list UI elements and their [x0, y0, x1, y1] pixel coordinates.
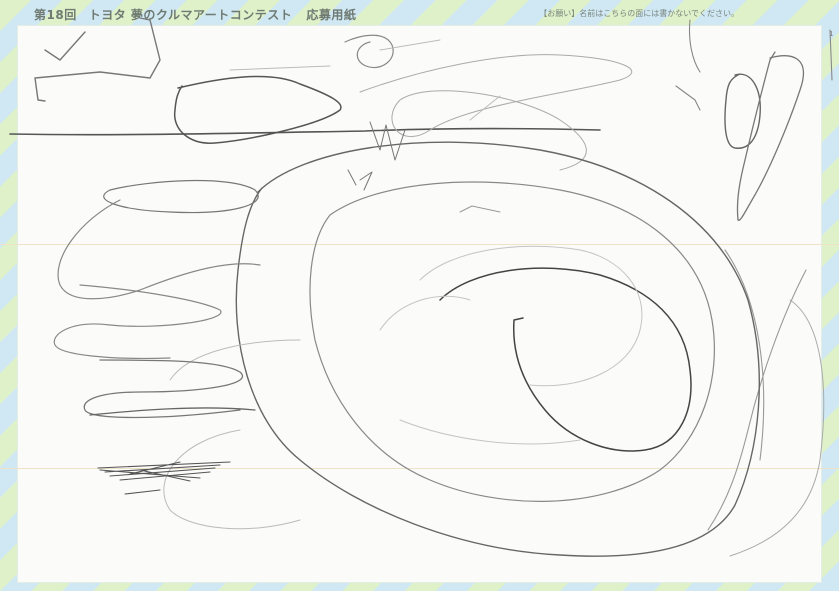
scribble-top-small-loop [344, 34, 394, 69]
scribble-horizon [9, 127, 601, 136]
scribble-right-oval [724, 73, 761, 149]
scribble-left-loop-2 [57, 199, 261, 300]
scribble-right-long [736, 51, 805, 221]
scribble-top-left-bracket [34, 17, 161, 102]
scribble-right-hooks [675, 19, 833, 111]
scribble-left-loop-1 [103, 179, 259, 214]
scribble-right-arc [729, 299, 825, 557]
scribble-center-dash [459, 205, 501, 213]
scribble-central-spiral [439, 267, 692, 452]
scribble-center-top-cluster [347, 121, 406, 191]
scribble-top-loops [359, 54, 633, 171]
scribble-large-outer-loop [235, 141, 760, 557]
scribble-left-loop-3 [53, 284, 222, 360]
scribble-top-ray [229, 39, 501, 121]
scribble-right-diagonal [707, 249, 807, 531]
child-drawing [9, 17, 833, 557]
scribble-inner-loop [309, 181, 715, 502]
